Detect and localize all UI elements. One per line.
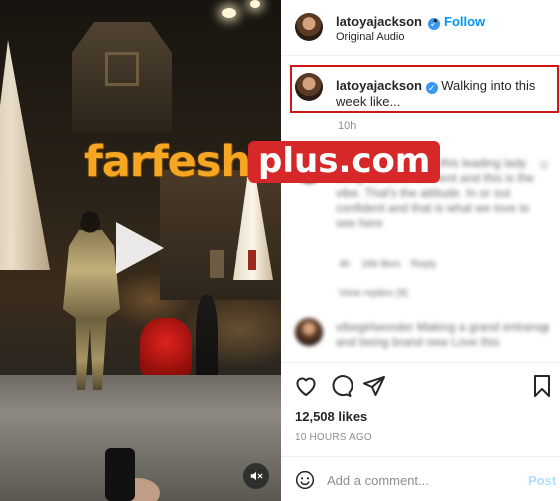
muted-speaker-icon [250,471,263,481]
light [250,0,260,8]
patio-umbrella [0,40,50,270]
action-bar [281,374,560,400]
runway-model [63,210,120,390]
verified-icon: ✓ [425,82,438,94]
comment-heart-icon[interactable] [539,160,549,170]
caption-username[interactable]: latoyajackson [336,78,422,93]
guest-red-dress [140,318,192,378]
comment-line: vibe. That's the attitude. In or out [336,186,511,200]
comment-line: and being brand new Love this [336,335,500,349]
post-sidebar: latoyajackson ✓ • Follow Original Audio … [281,0,560,501]
umbrella-stripe [248,250,256,270]
watermark-text: farfesh [84,137,251,187]
avatar[interactable] [295,13,323,41]
heart-icon[interactable] [294,374,318,398]
watermark-badge: plus.com [248,141,441,183]
window [210,250,224,278]
watermark: farfesh plus.com [84,137,441,187]
comment-line: confident and that is what we love to [336,201,530,215]
caption-timestamp[interactable]: 10h [338,120,356,132]
phone [105,448,135,501]
comment-heart-icon[interactable] [539,325,549,335]
comment-input[interactable] [327,469,507,491]
comment-time: 4h [339,259,351,270]
reply-button[interactable]: Reply [411,257,437,272]
comment-likes[interactable]: 186 likes [361,257,400,272]
light [222,8,236,18]
tower-window [105,52,139,86]
post-button[interactable]: Post [528,473,556,488]
audio-label[interactable]: Original Audio [336,31,405,43]
post-video[interactable] [0,0,281,501]
divider [281,55,560,56]
bookmark-icon[interactable] [531,374,553,398]
mute-button[interactable] [243,463,269,489]
divider [281,362,560,363]
post-timestamp[interactable]: 10 HOURS AGO [295,432,372,443]
follow-button[interactable]: Follow [444,14,485,29]
play-icon[interactable] [116,222,164,274]
comment-line: see here [336,216,383,230]
post-author[interactable]: latoyajackson ✓ [336,14,440,30]
caption: latoyajackson ✓ Walking into this week l… [336,78,552,110]
likes-count[interactable]: 12,508 likes [295,409,367,424]
username[interactable]: latoyajackson [336,14,422,29]
smiley-icon[interactable] [295,470,315,490]
paper-plane-icon[interactable] [362,374,386,398]
add-comment-bar: Post [281,456,560,501]
separator-dot: • [433,13,438,28]
comment-icon[interactable] [329,374,353,398]
comment-avatar[interactable] [295,318,323,346]
view-replies[interactable]: View replies (9) [339,286,408,301]
comment-line: vibegirlwonder Making a grand entrance [336,320,550,334]
